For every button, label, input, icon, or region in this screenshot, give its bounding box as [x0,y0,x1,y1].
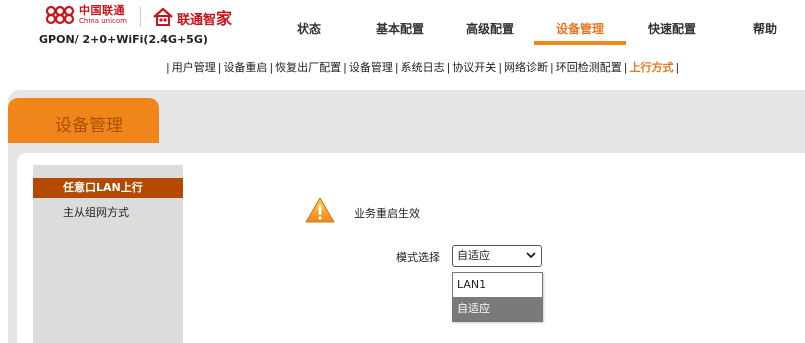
subnav-separator: | [166,61,170,74]
subnav-separator: | [394,61,399,74]
subnav-separator: | [498,61,503,74]
smart-home-logo: 联通智家 [152,5,232,29]
brand-name-cn: 中国联通 [79,4,125,17]
house-icon [153,7,173,26]
subnav-separator: | [217,61,222,74]
smart-home-prefix: 联通智 [177,13,217,28]
subnav-separator: | [550,61,554,74]
sidebar-item-master-slave-networking[interactable]: 主从组网方式 [33,203,183,223]
nav-status[interactable]: 状态 [284,20,334,46]
nav-active-indicator [534,41,626,45]
mode-select[interactable]: 自适应 [452,245,542,267]
subnav-uplink-mode[interactable]: 上行方式 [629,61,673,74]
subnav-device-management[interactable]: 设备管理 [349,61,393,74]
nav-quick-config[interactable]: 快速配置 [640,20,704,46]
subnav-separator: | [675,61,680,74]
mode-select-value: 自适应 [457,249,490,262]
brand-name-en: China unicom [79,17,127,25]
sidebar-item-any-port-lan-uplink[interactable]: 任意口LAN上行 [33,178,183,198]
warning-icon [305,197,335,223]
mode-dropdown-list: LAN1 自适应 [452,272,543,322]
page-tab-title: 设备管理 [55,116,123,136]
subnav-system-log[interactable]: 系统日志 [401,61,445,74]
mode-option-adaptive[interactable]: 自适应 [453,297,542,321]
subnav-separator: | [623,61,628,74]
smart-home-char: 家 [216,9,233,28]
subnav-factory-reset[interactable]: 恢复出厂配置 [275,61,341,74]
mode-select-label: 模式选择 [396,251,440,264]
subnav-protocol-switch[interactable]: 协议开关 [452,61,496,74]
logo-divider [140,7,141,27]
chevron-down-icon [526,252,536,259]
subnav-separator: | [446,61,451,74]
smart-home-text: 联通智家 [177,5,232,29]
nav-advanced-config[interactable]: 高级配置 [458,20,522,46]
subnav-separator: | [343,61,347,74]
subnav-network-diagnosis[interactable]: 网络诊断 [504,61,548,74]
device-model: GPON/ 2+0+WiFi(2.4G+5G) [39,33,208,46]
restart-notice: 业务重启生效 [354,207,420,220]
nav-basic-config[interactable]: 基本配置 [368,20,432,46]
unicom-knot-icon [45,5,75,25]
subnav-loopback-detection[interactable]: 环回检测配置 [556,61,622,74]
mode-option-lan1[interactable]: LAN1 [453,273,542,297]
header: 中国联通 China unicom 联通智家 GPON/ 2+0+WiFi(2.… [0,0,805,86]
subnav-user-management[interactable]: 用户管理 [172,61,216,74]
nav-help[interactable]: 帮助 [740,20,790,46]
subnav-separator: | [269,61,274,74]
sub-navigation: | 用户管理 | 设备重启 | 恢复出厂配置 | 设备管理 | 系统日志 | 协议开关 | 网络诊断 | 环回… [164,59,681,75]
china-unicom-logo: 中国联通 China unicom [43,5,127,25]
subnav-device-restart[interactable]: 设备重启 [223,61,267,74]
